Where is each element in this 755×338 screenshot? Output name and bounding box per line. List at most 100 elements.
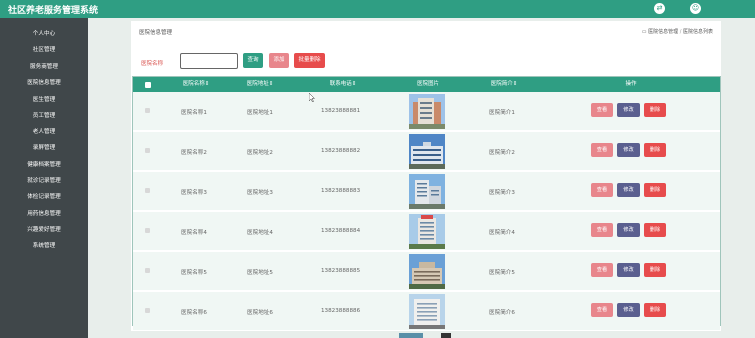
cell-address: 医院地址4 — [247, 230, 273, 236]
sidebar-item-medication[interactable]: 用药信息管理 — [0, 208, 88, 220]
view-button[interactable]: 查看 — [591, 263, 613, 277]
edit-button[interactable]: 修改 — [617, 183, 640, 197]
hospital-photo — [409, 254, 445, 289]
cell-intro: 医院简介3 — [489, 190, 515, 196]
hospital-table: 医院名称⇕ 医院地址⇕ 联系电话⇕ 医院图片 医院简介⇕ 操作 医院名称1 医院… — [132, 76, 721, 331]
cell-name: 医院名称4 — [181, 230, 207, 236]
column-header-address[interactable]: 医院地址⇕ — [235, 77, 285, 92]
view-button[interactable]: 查看 — [591, 303, 613, 317]
edit-button[interactable]: 修改 — [617, 103, 640, 117]
row-checkbox[interactable] — [145, 188, 150, 193]
breadcrumb-home[interactable]: 医院信息管理 — [648, 29, 678, 35]
select-all-checkbox[interactable] — [145, 82, 151, 88]
table-row: 医院名称2 医院地址2 13823888882 医院简介2 查看 修改 删除 — [133, 132, 720, 171]
cell-phone: 13823888881 — [321, 108, 361, 114]
table-row: 医院名称4 医院地址4 13823888884 医院简介4 查看 修改 删除 — [133, 212, 720, 251]
row-checkbox[interactable] — [145, 228, 150, 233]
sidebar-item-recording[interactable]: 录屏管理 — [0, 142, 88, 154]
edit-button[interactable]: 修改 — [617, 223, 640, 237]
table-row: 医院名称6 医院地址6 13823888886 医院简介6 查看 修改 删除 — [133, 292, 720, 331]
sidebar-item-checkup-record[interactable]: 体检记录管理 — [0, 191, 88, 203]
cell-name: 医院名称3 — [181, 190, 207, 196]
column-header-name[interactable]: 医院名称⇕ — [171, 77, 221, 92]
sidebar-item-doctor[interactable]: 医生管理 — [0, 94, 88, 106]
cell-intro: 医院简介6 — [489, 310, 515, 316]
cell-intro: 医院简介5 — [489, 270, 515, 276]
page-title: 医院信息管理 — [139, 30, 173, 36]
sidebar-item-hobby[interactable]: 兴趣爱好管理 — [0, 224, 88, 236]
top-bar: 社区养老服务管理系统 ⇄ ☺ — [0, 0, 755, 18]
swap-icon[interactable]: ⇄ — [654, 3, 665, 14]
cell-address: 医院地址1 — [247, 110, 273, 116]
column-header-phone[interactable]: 联系电话⇕ — [313, 77, 373, 92]
cell-phone: 13823888886 — [321, 308, 361, 314]
view-button[interactable]: 查看 — [591, 223, 613, 237]
cell-phone: 13823888882 — [321, 148, 361, 154]
sidebar-item-elderly[interactable]: 老人管理 — [0, 126, 88, 138]
table-row: 医院名称5 医院地址5 13823888885 医院简介5 查看 修改 删除 — [133, 252, 720, 291]
sidebar-item-provider[interactable]: 服务商管理 — [0, 61, 88, 73]
add-button[interactable]: 添加 — [269, 53, 289, 68]
cell-address: 医院地址2 — [247, 150, 273, 156]
sidebar-item-personal-center[interactable]: 个人中心 — [0, 28, 88, 40]
search-input[interactable] — [180, 53, 238, 69]
column-header-image: 医院图片 — [416, 81, 439, 87]
cell-address: 医院地址3 — [247, 190, 273, 196]
column-header-intro[interactable]: 医院简介⇕ — [479, 77, 529, 92]
cell-name: 医院名称5 — [181, 270, 207, 276]
breadcrumb-current: 医院信息列表 — [682, 29, 713, 35]
pagination-next[interactable] — [441, 333, 451, 338]
breadcrumb: ▭ 医院信息管理 / 医院信息列表 — [642, 28, 713, 35]
user-icon[interactable]: ☺ — [690, 3, 701, 14]
cell-phone: 13823888885 — [321, 268, 361, 274]
delete-button[interactable]: 删除 — [644, 303, 666, 317]
cell-address: 医院地址6 — [247, 310, 273, 316]
delete-button[interactable]: 删除 — [644, 143, 666, 157]
table-header: 医院名称⇕ 医院地址⇕ 联系电话⇕ 医院图片 医院简介⇕ 操作 — [133, 77, 720, 92]
search-label: 医院名称 — [141, 61, 164, 67]
view-button[interactable]: 查看 — [591, 143, 613, 157]
app-title: 社区养老服务管理系统 — [8, 6, 99, 16]
edit-button[interactable]: 修改 — [617, 263, 640, 277]
row-checkbox[interactable] — [145, 308, 150, 313]
cell-address: 医院地址5 — [247, 270, 273, 276]
hospital-photo — [409, 294, 445, 329]
sidebar-item-health-record[interactable]: 健康档案管理 — [0, 159, 88, 171]
sidebar-item-visit-record[interactable]: 就诊记录管理 — [0, 175, 88, 187]
hospital-photo — [409, 214, 445, 249]
pagination-current-page[interactable] — [399, 333, 423, 338]
cell-name: 医院名称2 — [181, 150, 207, 156]
column-header-actions: 操作 — [625, 81, 637, 87]
delete-button[interactable]: 删除 — [644, 263, 666, 277]
delete-button[interactable]: 删除 — [644, 183, 666, 197]
sidebar-item-system[interactable]: 系统管理 — [0, 240, 88, 252]
delete-button[interactable]: 删除 — [644, 223, 666, 237]
query-button[interactable]: 查询 — [243, 53, 263, 68]
edit-button[interactable]: 修改 — [617, 303, 640, 317]
cell-phone: 13823888884 — [321, 228, 361, 234]
cell-intro: 医院简介1 — [489, 110, 515, 116]
batch-delete-button[interactable]: 批量删除 — [294, 53, 325, 68]
view-button[interactable]: 查看 — [591, 103, 613, 117]
edit-button[interactable]: 修改 — [617, 143, 640, 157]
cell-phone: 13823888883 — [321, 188, 361, 194]
view-button[interactable]: 查看 — [591, 183, 613, 197]
mouse-cursor-icon — [309, 93, 315, 102]
sidebar-item-hospital[interactable]: 医院信息管理 — [0, 77, 88, 89]
cell-intro: 医院简介2 — [489, 150, 515, 156]
main-panel: 医院信息管理 ▭ 医院信息管理 / 医院信息列表 医院名称 查询 添加 批量删除… — [131, 21, 721, 331]
cell-intro: 医院简介4 — [489, 230, 515, 236]
table-row: 医院名称1 医院地址1 13823888881 医院简介1 查看 修改 删除 — [133, 92, 720, 131]
row-checkbox[interactable] — [145, 108, 150, 113]
row-checkbox[interactable] — [145, 148, 150, 153]
row-checkbox[interactable] — [145, 268, 150, 273]
sidebar-item-staff[interactable]: 员工管理 — [0, 110, 88, 122]
hospital-photo — [409, 94, 445, 129]
sidebar: 个人中心 社区管理 服务商管理 医院信息管理 医生管理 员工管理 老人管理 录屏… — [0, 18, 88, 338]
sidebar-item-community[interactable]: 社区管理 — [0, 44, 88, 56]
hospital-photo — [409, 174, 445, 209]
hospital-photo — [409, 134, 445, 169]
cell-name: 医院名称6 — [181, 310, 207, 316]
cell-name: 医院名称1 — [181, 110, 207, 116]
delete-button[interactable]: 删除 — [644, 103, 666, 117]
